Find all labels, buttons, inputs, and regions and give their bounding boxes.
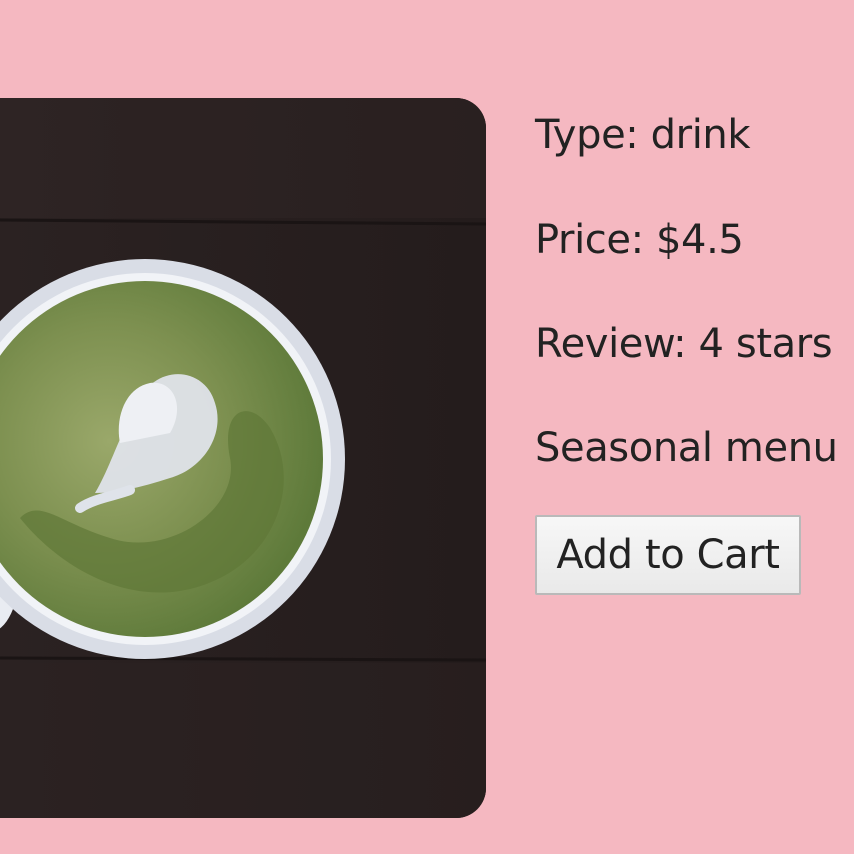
product-type: Type: drink [535, 112, 751, 158]
product-image [0, 98, 486, 818]
product-page: Type: drink Price: $4.5 Review: 4 stars … [0, 0, 854, 854]
product-price: Price: $4.5 [535, 217, 744, 263]
matcha-latte-photo-icon [0, 98, 486, 818]
seasonal-menu-label: Seasonal menu [535, 425, 838, 471]
product-review: Review: 4 stars [535, 321, 833, 367]
add-to-cart-button[interactable]: Add to Cart [535, 515, 801, 595]
